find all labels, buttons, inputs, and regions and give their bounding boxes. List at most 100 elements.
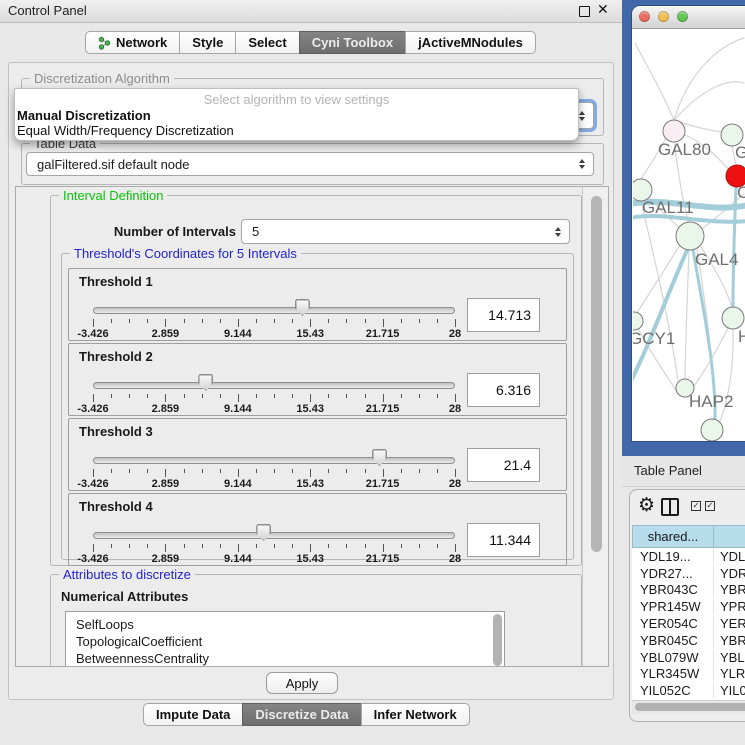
threshold-slider[interactable]: -3.4262.8599.14415.4321.71528 <box>93 447 455 491</box>
column-header-shared-name[interactable]: shared... <box>632 525 714 548</box>
tab-cyni-toolbox[interactable]: Cyni Toolbox <box>299 31 406 54</box>
threshold-slider[interactable]: -3.4262.8599.14415.4321.71528 <box>93 372 455 416</box>
threshold-panel: Threshold 1-3.4262.8599.14415.4321.71528 <box>68 268 567 341</box>
network-edge[interactable] <box>641 201 678 380</box>
settings-scrollbar[interactable] <box>591 196 602 552</box>
table-data-combobox[interactable]: galFiltered.sif default node <box>26 152 594 176</box>
tick-mark <box>419 469 420 473</box>
gear-icon[interactable]: ⚙ <box>638 494 655 516</box>
attributes-title: Attributes to discretize <box>59 567 195 582</box>
tick-mark <box>401 469 402 473</box>
network-window: GAL80GACGAL11GAL4GCY1HHAP2 <box>632 6 745 441</box>
attributes-scrollbar[interactable] <box>493 614 502 666</box>
close-icon[interactable]: ✕ <box>597 1 609 18</box>
attribute-item[interactable]: TopologicalCoefficient <box>66 633 504 650</box>
network-edge[interactable] <box>635 43 674 120</box>
tick-mark <box>328 319 329 323</box>
tick-mark <box>111 469 112 473</box>
cell-name: YDR2 <box>714 566 745 581</box>
scale-label: 15.43 <box>296 328 324 340</box>
table-hscrollbar[interactable] <box>632 700 745 714</box>
threshold-value-input[interactable] <box>467 373 540 407</box>
tab-network[interactable]: Network <box>85 31 180 54</box>
network-edge[interactable] <box>674 38 744 120</box>
numerical-attributes-label: Numerical Attributes <box>61 589 188 604</box>
threshold-value-input[interactable] <box>467 523 540 557</box>
cell-shared-name: YPR145W <box>632 599 714 614</box>
tab-impute-data[interactable]: Impute Data <box>143 703 243 726</box>
slider-track <box>93 307 455 314</box>
network-edge[interactable] <box>674 82 744 120</box>
columns-icon[interactable] <box>661 498 679 516</box>
table-row[interactable]: YDL19...YDL1 <box>632 548 745 565</box>
tick-mark <box>383 469 384 477</box>
tick-mark <box>165 469 166 477</box>
threshold-value-input[interactable] <box>467 298 540 332</box>
tick-mark <box>346 469 347 473</box>
scale-label: 15.43 <box>296 478 324 490</box>
algorithm-option[interactable]: Equal Width/Frequency Discretization <box>17 123 234 138</box>
cell-name: YIL0 <box>714 683 745 698</box>
attribute-item[interactable]: BetweennessCentrality <box>66 650 504 667</box>
combo-arrows-icon <box>579 156 585 172</box>
network-window-titlebar[interactable] <box>632 6 745 29</box>
algorithm-option[interactable]: Manual Discretization <box>17 108 151 123</box>
tick-mark <box>346 544 347 548</box>
tick-mark <box>274 319 275 323</box>
float-icon[interactable] <box>579 6 590 17</box>
tick-mark <box>202 469 203 473</box>
cell-name: YBR0 <box>714 582 745 597</box>
network-node[interactable] <box>663 120 685 142</box>
zoom-button[interactable] <box>677 11 688 22</box>
attribute-item[interactable]: SelfLoops <box>66 616 504 633</box>
threshold-slider[interactable]: -3.4262.8599.14415.4321.71528 <box>93 522 455 566</box>
network-edge[interactable] <box>685 250 689 379</box>
table-row[interactable]: YER054CYER0 <box>632 615 745 632</box>
cell-name: YBL0 <box>714 650 745 665</box>
table-row[interactable]: YLR345WYLR3 <box>632 666 745 683</box>
table-row[interactable]: YBL079WYBL0 <box>632 649 745 666</box>
slider-ticks <box>93 319 455 328</box>
table-row[interactable]: YBR043CYBR0 <box>632 582 745 599</box>
table-row[interactable]: YDR27...YDR2 <box>632 565 745 582</box>
tab-label: jActiveMNodules <box>418 35 523 50</box>
tab-select[interactable]: Select <box>235 31 299 54</box>
network-node[interactable] <box>633 312 643 330</box>
tab-style[interactable]: Style <box>179 31 236 54</box>
network-node[interactable] <box>701 419 723 441</box>
tick-mark <box>238 394 239 402</box>
apply-button[interactable]: Apply <box>266 672 338 694</box>
tick-mark <box>365 319 366 323</box>
tick-mark <box>310 469 311 477</box>
cell-shared-name: YER054C <box>632 616 714 631</box>
scale-label: -3.426 <box>77 553 108 565</box>
network-node[interactable] <box>722 307 744 329</box>
slider-track <box>93 382 455 389</box>
table-row[interactable]: YBR045CYBR0 <box>632 632 745 649</box>
threshold-slider[interactable]: -3.4262.8599.14415.4321.71528 <box>93 297 455 341</box>
minimize-button[interactable] <box>658 11 669 22</box>
tab-infer-network[interactable]: Infer Network <box>361 703 470 726</box>
column-header-name[interactable]: n <box>713 525 745 548</box>
hscrollbar-thumb[interactable] <box>635 703 745 711</box>
tick-mark <box>310 544 311 552</box>
cyni-toolbox-panel: Discretization Algorithm Select algorith… <box>8 62 614 700</box>
close-button[interactable] <box>639 11 650 22</box>
network-node[interactable] <box>676 222 704 250</box>
scale-label: 15.43 <box>296 403 324 415</box>
network-node-label: HAP2 <box>689 392 733 411</box>
tab-discretize-data[interactable]: Discretize Data <box>242 703 361 726</box>
table-row[interactable]: YIL052CYIL0 <box>632 682 745 699</box>
threshold-value-input[interactable] <box>467 448 540 482</box>
table-row[interactable]: YPR145WYPR1 <box>632 598 745 615</box>
tick-mark <box>292 319 293 323</box>
control-panel-titlebar: Control Panel ✕ <box>0 0 622 23</box>
tick-mark <box>147 544 148 548</box>
tick-mark <box>220 544 221 548</box>
network-canvas-svg[interactable]: GAL80GACGAL11GAL4GCY1HHAP2 <box>633 28 745 441</box>
checkbox-checked-icon[interactable]: ✓ <box>691 501 701 511</box>
tab-jactivemnodules[interactable]: jActiveMNodules <box>405 31 536 54</box>
slider-scale-labels: -3.4262.8599.14415.4321.71528 <box>93 553 455 565</box>
checkbox-checked-icon[interactable]: ✓ <box>705 501 715 511</box>
number-of-intervals-combobox[interactable]: 5 <box>241 219 570 244</box>
